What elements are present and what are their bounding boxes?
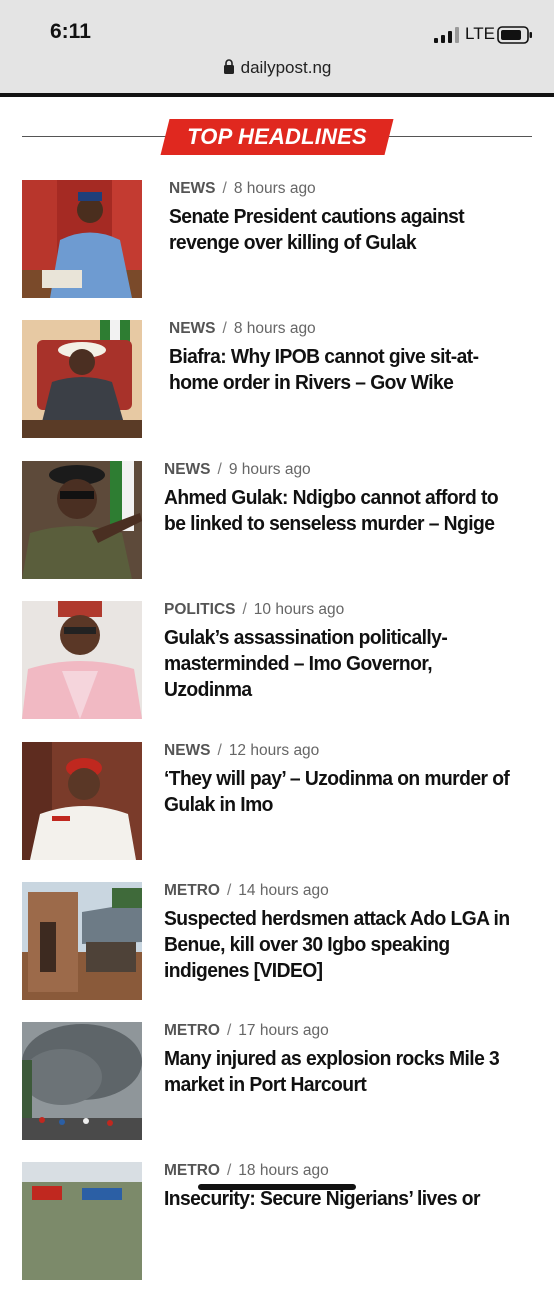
article-thumbnail[interactable] xyxy=(22,1162,142,1280)
article-title[interactable]: Many injured as explosion rocks Mile 3 m… xyxy=(164,1046,512,1098)
article-time: 8 hours ago xyxy=(233,320,316,337)
article-time: 9 hours ago xyxy=(228,461,311,478)
article-category[interactable]: METRO xyxy=(164,1022,220,1039)
article-title[interactable]: Suspected herdsmen attack Ado LGA in Ben… xyxy=(164,906,512,984)
article-category[interactable]: NEWS xyxy=(164,742,211,759)
url-text: dailypost.ng xyxy=(240,58,332,77)
article-item[interactable]: NEWS/8 hours ago Biafra: Why IPOB cannot… xyxy=(0,320,554,450)
article-thumbnail[interactable] xyxy=(22,180,142,298)
article-category[interactable]: POLITICS xyxy=(164,601,235,618)
man-seated-red-chairs-photo-icon xyxy=(22,180,142,298)
article-title[interactable]: Senate President cautions against reveng… xyxy=(169,204,517,256)
article-thumbnail[interactable] xyxy=(22,882,142,1000)
article-thumbnail[interactable] xyxy=(22,461,142,579)
status-bar: 6:11 LTE dailypost.ng xyxy=(0,0,554,96)
battery-icon xyxy=(497,26,532,44)
article-category[interactable]: METRO xyxy=(164,1162,220,1179)
article-meta: NEWS/9 hours ago xyxy=(164,461,311,478)
lock-icon xyxy=(223,59,234,74)
article-category[interactable]: NEWS xyxy=(164,461,211,478)
article-meta: METRO/18 hours ago xyxy=(164,1162,329,1179)
article-item[interactable]: METRO/18 hours ago Insecurity: Secure Ni… xyxy=(0,1162,554,1292)
article-meta: METRO/17 hours ago xyxy=(164,1022,329,1039)
article-thumbnail[interactable] xyxy=(22,1022,142,1140)
signal-icon xyxy=(434,27,459,43)
smoke-crowd-photo-icon xyxy=(22,1022,142,1140)
man-red-cap-portrait-photo-icon xyxy=(22,601,142,719)
article-time: 14 hours ago xyxy=(238,882,329,899)
article-meta: NEWS/8 hours ago xyxy=(169,180,316,197)
article-thumbnail[interactable] xyxy=(22,320,142,438)
article-item[interactable]: NEWS/12 hours ago ‘They will pay’ – Uzod… xyxy=(0,742,554,872)
article-item[interactable]: NEWS/9 hours ago Ahmed Gulak: Ndigbo can… xyxy=(0,461,554,591)
article-meta: METRO/14 hours ago xyxy=(164,882,329,899)
damaged-building-photo-icon xyxy=(22,882,142,1000)
toolbar-divider xyxy=(0,93,554,97)
article-meta: NEWS/8 hours ago xyxy=(169,320,316,337)
article-title[interactable]: Ahmed Gulak: Ndigbo cannot afford to be … xyxy=(164,485,512,537)
article-category[interactable]: NEWS xyxy=(169,320,216,337)
article-title[interactable]: ‘They will pay’ – Uzodinma on murder of … xyxy=(164,766,512,818)
article-thumbnail[interactable] xyxy=(22,601,142,719)
article-time: 17 hours ago xyxy=(238,1022,329,1039)
article-time: 12 hours ago xyxy=(228,742,320,759)
article-meta: POLITICS/10 hours ago xyxy=(164,601,345,618)
man-red-cap-white-robe-photo-icon xyxy=(22,742,142,860)
article-title[interactable]: Biafra: Why IPOB cannot give sit-at-home… xyxy=(169,344,517,396)
article-time: 8 hours ago xyxy=(233,180,316,197)
home-indicator[interactable] xyxy=(198,1184,356,1190)
article-category[interactable]: METRO xyxy=(164,882,220,899)
network-type: LTE xyxy=(465,24,495,43)
article-item[interactable]: POLITICS/10 hours ago Gulak’s assassinat… xyxy=(0,601,554,731)
man-black-cap-pointing-photo-icon xyxy=(22,461,142,579)
article-item[interactable]: METRO/14 hours ago Suspected herdsmen at… xyxy=(0,882,554,1012)
article-category[interactable]: NEWS xyxy=(169,180,216,197)
man-white-hat-desk-photo-icon xyxy=(22,320,142,438)
address-bar[interactable]: dailypost.ng xyxy=(0,58,554,78)
article-meta: NEWS/12 hours ago xyxy=(164,742,320,759)
article-item[interactable]: METRO/17 hours ago Many injured as explo… xyxy=(0,1022,554,1152)
article-title[interactable]: Gulak’s assassination politically-master… xyxy=(164,625,512,703)
status-time: 6:11 xyxy=(50,20,91,43)
article-time: 18 hours ago xyxy=(238,1162,329,1179)
article-thumbnail[interactable] xyxy=(22,742,142,860)
section-title: TOP HEADLINES xyxy=(187,124,367,149)
street-scene-photo-icon xyxy=(22,1162,142,1280)
article-item[interactable]: NEWS/8 hours ago Senate President cautio… xyxy=(0,180,554,310)
article-time: 10 hours ago xyxy=(253,601,345,618)
